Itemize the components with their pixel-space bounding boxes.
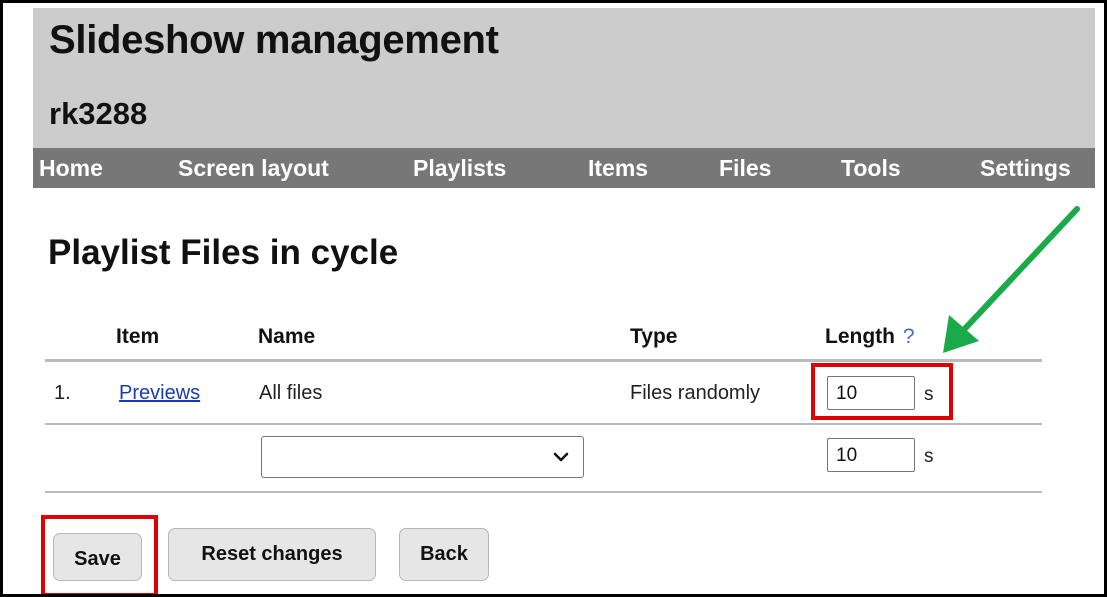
nav-home[interactable]: Home [39, 155, 103, 182]
col-header-name: Name [258, 325, 316, 348]
length-highlight-box [811, 363, 953, 420]
col-header-length-label: Length [825, 325, 895, 348]
row-divider [45, 423, 1042, 425]
nav-items[interactable]: Items [588, 155, 648, 182]
length-help-link[interactable]: ? [903, 325, 915, 348]
save-highlight-box [41, 515, 158, 594]
nav-playlists[interactable]: Playlists [413, 155, 506, 182]
nav-screen-layout[interactable]: Screen layout [178, 155, 329, 182]
nav-settings[interactable]: Settings [980, 155, 1071, 182]
page-title: Playlist Files in cycle [48, 233, 399, 272]
new-length-input[interactable] [827, 438, 915, 472]
col-header-length: Length ? [825, 325, 915, 349]
green-arrow-icon [943, 206, 1080, 353]
browser-frame: Slideshow management rk3288 Home Screen … [0, 0, 1107, 597]
reset-changes-button[interactable]: Reset changes [168, 528, 376, 581]
chevron-down-icon [553, 447, 569, 472]
main-nav: Home Screen layout Playlists Items Files… [33, 148, 1095, 188]
col-header-type: Type [630, 325, 678, 348]
row-name: All files [259, 382, 323, 404]
new-length-unit: s [924, 446, 934, 467]
site-title: Slideshow management [49, 18, 499, 62]
page-header: Slideshow management rk3288 [33, 8, 1095, 148]
new-item-select[interactable] [261, 436, 584, 478]
header-divider [45, 359, 1042, 362]
col-header-item: Item [116, 325, 160, 348]
device-name: rk3288 [49, 96, 148, 131]
nav-files[interactable]: Files [719, 155, 771, 182]
item-link-previews[interactable]: Previews [119, 382, 200, 405]
row-index: 1. [54, 382, 71, 404]
nav-tools[interactable]: Tools [841, 155, 901, 182]
row-type: Files randomly [630, 382, 761, 404]
back-button[interactable]: Back [399, 528, 489, 581]
table-bottom-divider [45, 491, 1042, 493]
